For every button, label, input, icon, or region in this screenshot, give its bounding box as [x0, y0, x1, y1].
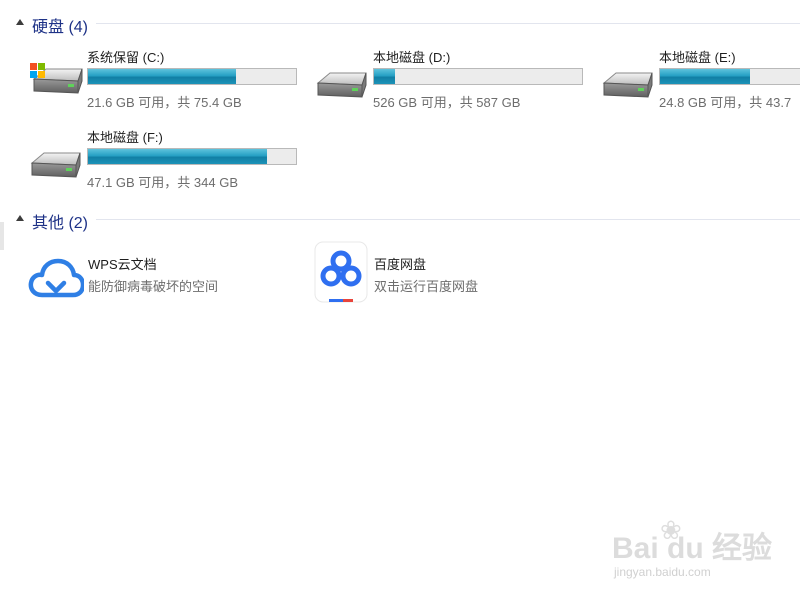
- scroll-edge: [0, 222, 4, 250]
- drive-usage-bar: [87, 68, 297, 85]
- explorer-content-pane: 硬盘 (4) 系统保留 (C:) 21.6 GB 可用，共 75.4 GB 本地…: [0, 0, 800, 600]
- hard-drive-icon: [602, 72, 653, 98]
- drive-usage-bar: [87, 148, 297, 165]
- drive-name: 系统保留 (C:): [87, 50, 165, 65]
- drive-free-space: 47.1 GB 可用，共 344 GB: [87, 175, 239, 190]
- drive-f[interactable]: 本地磁盘 (F:) 47.1 GB 可用，共 344 GB: [28, 127, 308, 191]
- drive-d[interactable]: 本地磁盘 (D:) 526 GB 可用，共 587 GB: [314, 47, 594, 111]
- baidu-jingyan-watermark: ❀ Bai du 经验 jingyan.baidu.com: [612, 515, 772, 585]
- group-divider: [96, 23, 800, 24]
- group-title-drives: 硬盘 (4): [32, 19, 89, 36]
- watermark-brand: Bai du 经验: [612, 532, 773, 565]
- drive-usage-fill: [88, 69, 236, 84]
- drive-usage-bar: [659, 68, 800, 85]
- drive-free-space: 21.6 GB 可用，共 75.4 GB: [87, 95, 242, 110]
- drive-c[interactable]: 系统保留 (C:) 21.6 GB 可用，共 75.4 GB: [28, 47, 308, 111]
- drive-usage-fill: [660, 69, 750, 84]
- collapse-triangle-icon[interactable]: [16, 215, 24, 221]
- drive-usage-fill: [374, 69, 395, 84]
- collapse-triangle-icon[interactable]: [16, 19, 24, 25]
- drive-free-space: 526 GB 可用，共 587 GB: [373, 95, 521, 110]
- baidu-netdisk-icon: [314, 241, 368, 303]
- item-name: 百度网盘: [374, 257, 427, 272]
- drive-usage-bar: [373, 68, 583, 85]
- group-header-drives[interactable]: 硬盘 (4): [0, 12, 800, 36]
- group-header-others[interactable]: 其他 (2): [0, 208, 800, 232]
- watermark-site: jingyan.baidu.com: [614, 565, 711, 579]
- item-description: 能防御病毒破坏的空间: [88, 279, 219, 294]
- wps-cloud-docs-item[interactable]: WPS云文档 能防御病毒破坏的空间: [28, 253, 308, 313]
- drive-name: 本地磁盘 (F:): [87, 130, 163, 145]
- drive-e[interactable]: 本地磁盘 (E:) 24.8 GB 可用，共 43.7: [600, 47, 800, 111]
- item-name: WPS云文档: [88, 257, 157, 272]
- wps-cloud-icon: [28, 258, 84, 298]
- drive-name: 本地磁盘 (D:): [373, 50, 451, 65]
- item-description: 双击运行百度网盘: [374, 279, 479, 294]
- drive-free-space: 24.8 GB 可用，共 43.7: [659, 95, 792, 110]
- system-drive-icon: [30, 63, 83, 94]
- drive-name: 本地磁盘 (E:): [659, 50, 736, 65]
- baidu-netdisk-item[interactable]: 百度网盘 双击运行百度网盘: [314, 241, 594, 303]
- group-divider: [96, 219, 800, 220]
- hard-drive-icon: [30, 152, 81, 178]
- hard-drive-icon: [316, 72, 367, 98]
- group-title-others: 其他 (2): [32, 215, 89, 232]
- drive-usage-fill: [88, 149, 267, 164]
